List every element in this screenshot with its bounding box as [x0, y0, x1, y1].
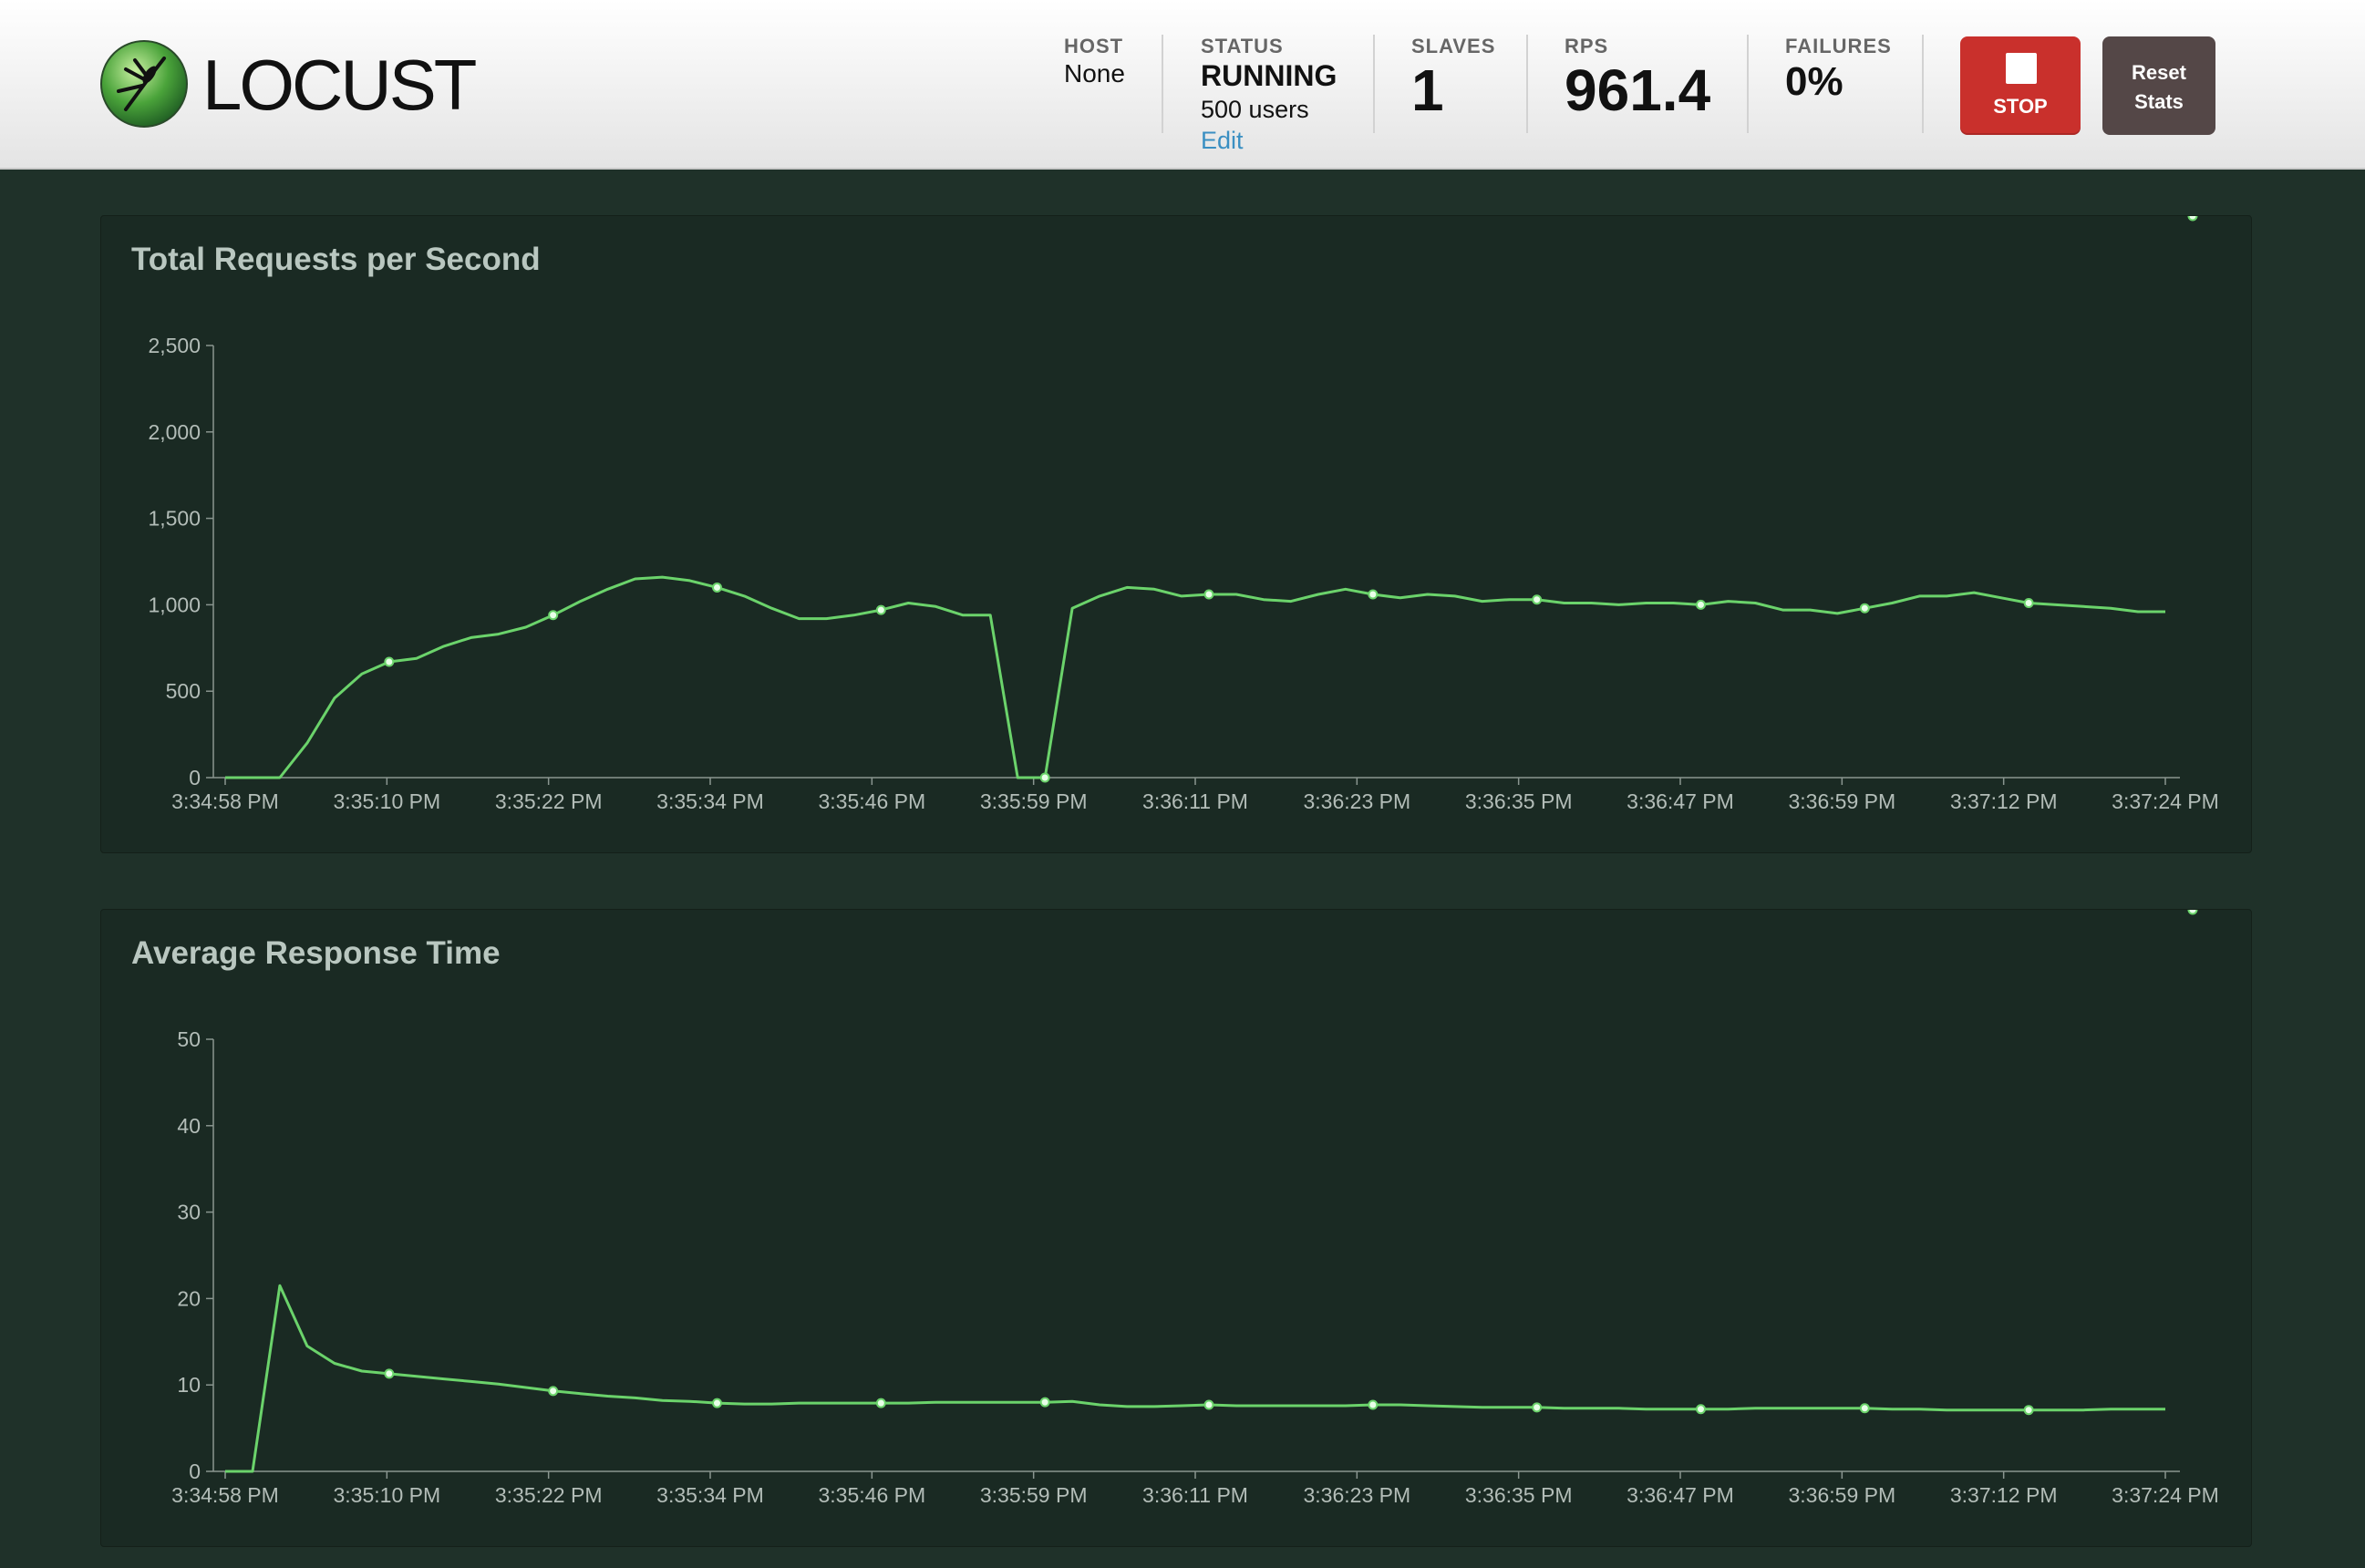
- divider: [1373, 35, 1375, 133]
- failures-stat: FAILURES 0%: [1785, 35, 1892, 106]
- data-point: [1368, 589, 1379, 600]
- data-point: [384, 1368, 395, 1379]
- x-tick-label: 3:36:35 PM: [1465, 789, 1573, 813]
- stop-button[interactable]: STOP: [1960, 36, 2081, 135]
- rps-stat: RPS 961.4: [1565, 35, 1710, 122]
- divider: [1526, 35, 1528, 133]
- x-tick-label: 3:35:22 PM: [495, 1483, 603, 1507]
- user-count: 500 users: [1201, 96, 1309, 123]
- x-tick-label: 3:35:22 PM: [495, 789, 603, 813]
- data-point: [711, 1398, 722, 1408]
- x-tick-label: 3:36:59 PM: [1789, 789, 1896, 813]
- x-tick-label: 3:37:24 PM: [2112, 789, 2219, 813]
- slaves-stat: SLAVES 1: [1411, 35, 1495, 122]
- x-tick-label: 3:35:10 PM: [334, 1483, 441, 1507]
- data-point: [1695, 1404, 1706, 1415]
- y-tick-label: 2,000: [148, 420, 201, 444]
- host-value: None: [1064, 59, 1125, 88]
- x-tick-label: 3:35:34 PM: [656, 789, 764, 813]
- status-label: STATUS: [1201, 35, 1284, 57]
- y-tick-label: 50: [177, 1027, 201, 1051]
- data-point: [2023, 1405, 2034, 1416]
- y-tick-label: 40: [177, 1114, 201, 1138]
- y-tick-label: 0: [189, 766, 201, 789]
- y-tick-label: 30: [177, 1201, 201, 1224]
- x-tick-label: 3:35:10 PM: [334, 789, 441, 813]
- y-tick-label: 2,500: [148, 334, 201, 357]
- data-point: [1039, 772, 1050, 783]
- rps-label: RPS: [1565, 35, 1609, 57]
- locust-logo-icon: [100, 40, 188, 128]
- y-tick-label: 1,000: [148, 593, 201, 616]
- x-tick-label: 3:36:23 PM: [1304, 1483, 1411, 1507]
- data-point: [1368, 1399, 1379, 1410]
- app-name: LOCUST: [202, 45, 477, 125]
- x-tick-label: 3:37:24 PM: [2112, 1483, 2219, 1507]
- data-point: [548, 610, 559, 621]
- edit-users-link[interactable]: Edit: [1201, 126, 1337, 155]
- data-point: [1859, 1403, 1870, 1414]
- x-tick-label: 3:36:11 PM: [1142, 1483, 1248, 1507]
- reset-label-line1: Reset: [2132, 61, 2186, 84]
- data-point: [875, 1398, 886, 1408]
- x-tick-label: 3:34:58 PM: [171, 1483, 279, 1507]
- x-tick-label: 3:35:46 PM: [819, 789, 926, 813]
- slaves-label: SLAVES: [1411, 35, 1496, 57]
- x-tick-label: 3:36:47 PM: [1627, 1483, 1734, 1507]
- x-tick-label: 3:34:58 PM: [171, 789, 279, 813]
- status-value: RUNNING: [1201, 59, 1337, 92]
- rps-chart: 0 500 1,000 1,500 2,000 2,500 3:34:58 PM 3:35:1…: [148, 216, 2219, 813]
- slaves-value: 1: [1411, 57, 1444, 123]
- x-tick-label: 3:35:46 PM: [819, 1483, 926, 1507]
- series-line: [225, 1284, 2165, 1473]
- y-tick-label: 0: [189, 1460, 201, 1483]
- failures-label: FAILURES: [1785, 35, 1892, 57]
- divider: [1922, 35, 1924, 133]
- failures-value: 0%: [1785, 59, 1843, 104]
- data-point: [1039, 1397, 1050, 1408]
- data-point: [1859, 603, 1870, 614]
- data-point: [2023, 598, 2034, 609]
- x-tick-label: 3:35:59 PM: [980, 1483, 1088, 1507]
- series-line: [225, 575, 2165, 779]
- data-point: [1203, 1399, 1214, 1410]
- x-tick-label: 3:36:47 PM: [1627, 789, 1734, 813]
- y-tick-label: 500: [166, 679, 201, 703]
- data-point: [711, 582, 722, 593]
- divider: [1162, 35, 1163, 133]
- rps-value: 961.4: [1565, 57, 1711, 123]
- x-tick-label: 3:37:12 PM: [1950, 789, 2058, 813]
- x-tick-label: 3:36:35 PM: [1465, 1483, 1573, 1507]
- stop-icon: [2006, 53, 2037, 84]
- host-label: HOST: [1064, 35, 1124, 57]
- data-point: [1532, 1402, 1543, 1413]
- data-point: [384, 656, 395, 667]
- response-time-chart-panel: Average Response Time 0 10 20 30 40 50 3:34:58…: [100, 909, 2252, 1547]
- host-stat: HOST None: [1064, 35, 1125, 89]
- data-point: [548, 1386, 559, 1397]
- reset-stats-button[interactable]: Reset Stats: [2102, 36, 2215, 135]
- y-tick-label: 1,500: [148, 507, 201, 531]
- data-point: [2187, 216, 2198, 222]
- x-tick-label: 3:36:11 PM: [1142, 789, 1248, 813]
- x-tick-label: 3:36:59 PM: [1789, 1483, 1896, 1507]
- divider: [1747, 35, 1749, 133]
- status-stat: STATUS RUNNING 500 users Edit: [1201, 35, 1337, 155]
- y-tick-label: 20: [177, 1286, 201, 1310]
- stop-label: STOP: [1993, 95, 2048, 118]
- response-time-chart: 0 10 20 30 40 50 3:34:58 PM 3:35:10 PM 3:35:22 P…: [171, 910, 2219, 1507]
- x-tick-label: 3:36:23 PM: [1304, 789, 1411, 813]
- data-point: [1203, 589, 1214, 600]
- x-tick-label: 3:35:34 PM: [656, 1483, 764, 1507]
- data-point: [1695, 599, 1706, 610]
- data-point: [2187, 910, 2198, 915]
- y-tick-label: 10: [177, 1373, 201, 1397]
- data-point: [875, 604, 886, 615]
- x-tick-label: 3:35:59 PM: [980, 789, 1088, 813]
- reset-label-line2: Stats: [2134, 90, 2184, 113]
- rps-chart-panel: Total Requests per Second 0 500 1,000 1,500…: [100, 215, 2252, 853]
- data-point: [1532, 594, 1543, 605]
- x-tick-label: 3:37:12 PM: [1950, 1483, 2058, 1507]
- top-bar: LOCUST HOST None STATUS RUNNING 500 user…: [0, 0, 2365, 170]
